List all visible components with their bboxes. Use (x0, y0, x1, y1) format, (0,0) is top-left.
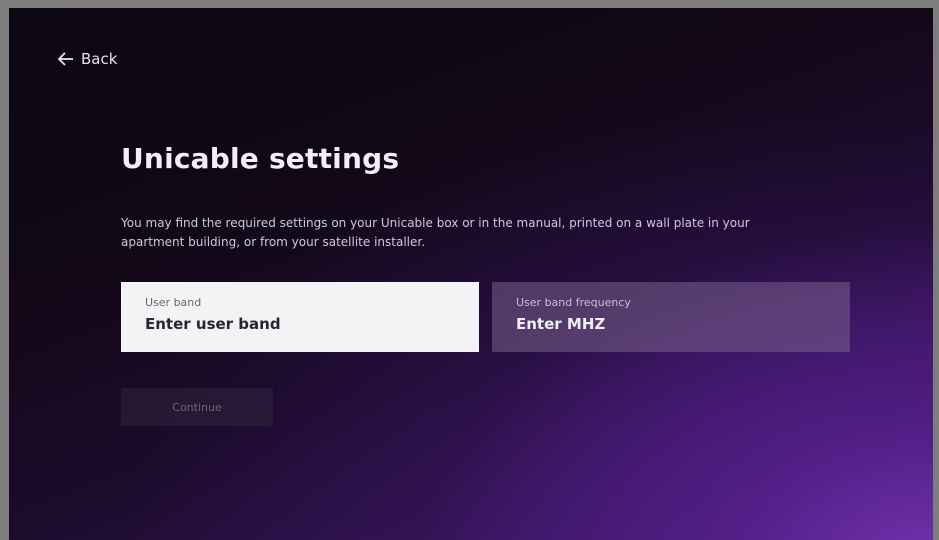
user-band-frequency-field[interactable]: User band frequency Enter MHZ (492, 282, 850, 352)
user-band-field[interactable]: User band Enter user band (121, 282, 479, 352)
tv-screen: Back Unicable settings You may find the … (9, 8, 933, 540)
back-label: Back (81, 50, 118, 68)
user-band-frequency-placeholder: Enter MHZ (516, 315, 606, 333)
user-band-placeholder: Enter user band (145, 315, 281, 333)
user-band-label: User band (145, 296, 202, 309)
screen-frame: Back Unicable settings You may find the … (0, 0, 939, 540)
page-title: Unicable settings (121, 142, 400, 175)
continue-button[interactable]: Continue (121, 388, 273, 426)
user-band-frequency-label: User band frequency (516, 296, 631, 309)
arrow-left-icon (57, 52, 75, 66)
back-button[interactable]: Back (57, 50, 117, 68)
page-description: You may find the required settings on yo… (121, 216, 750, 249)
